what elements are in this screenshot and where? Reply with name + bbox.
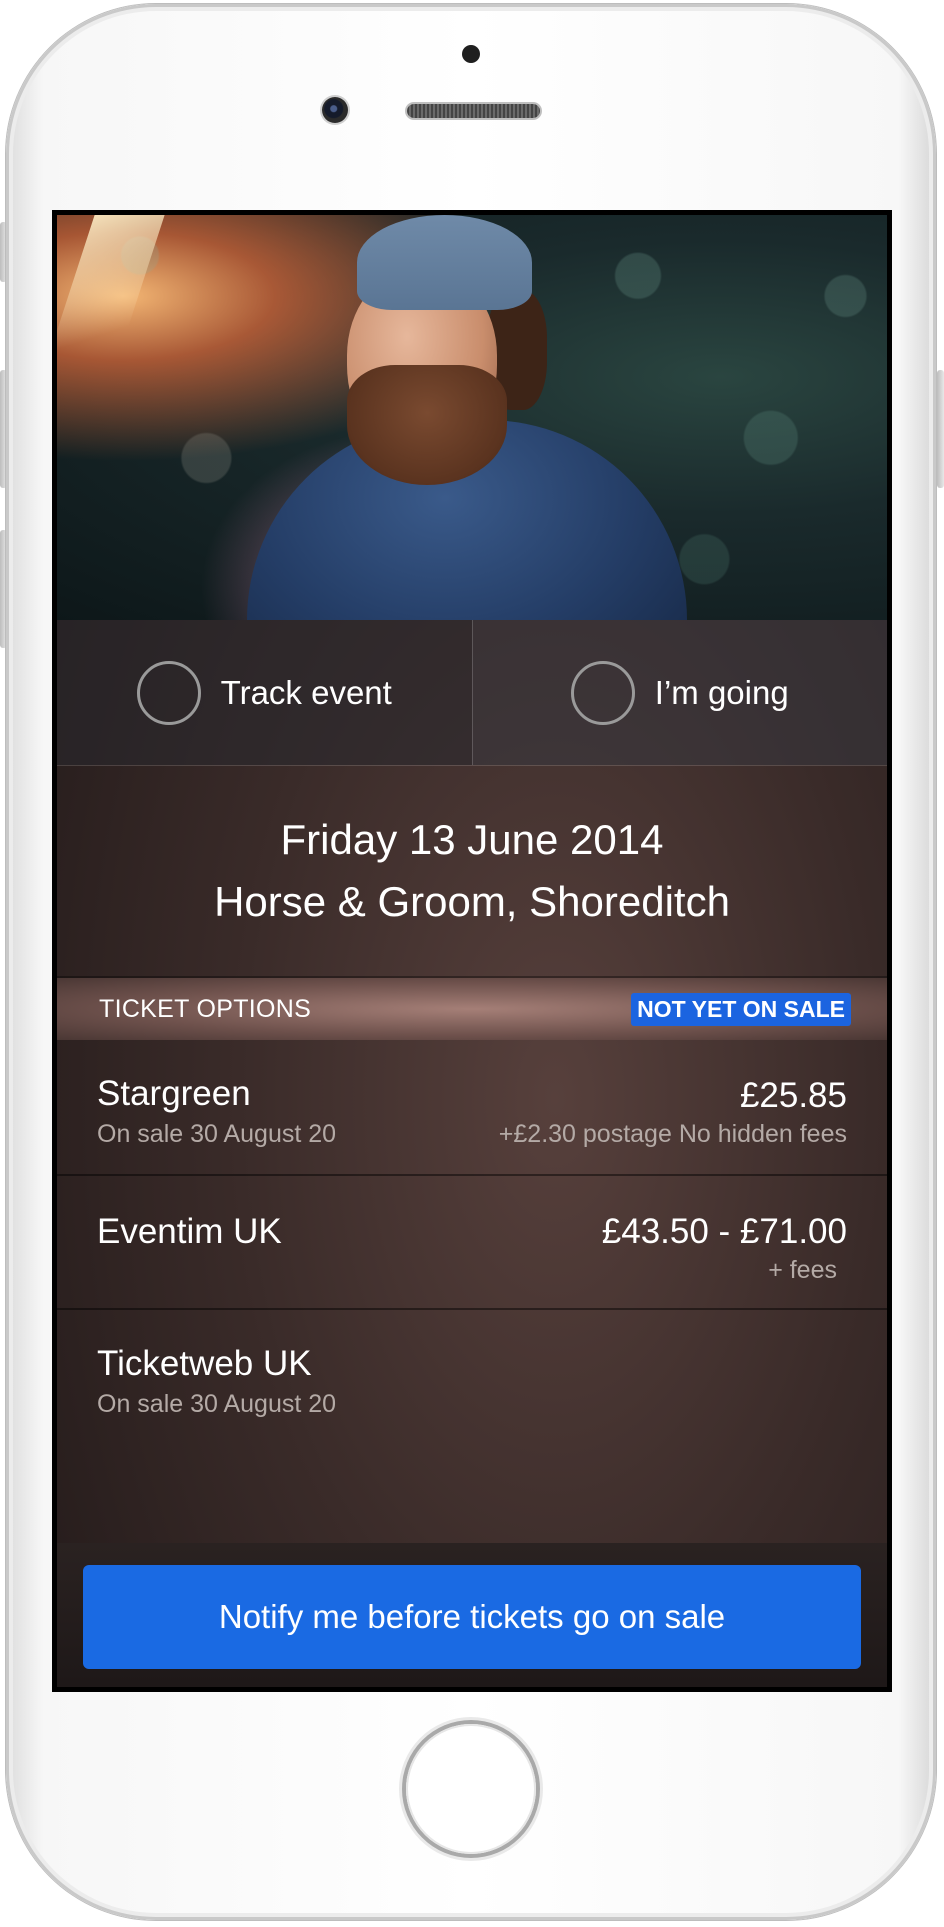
event-info: Friday 13 June 2014 Horse & Groom, Shore… — [57, 766, 887, 978]
artist-beard — [347, 365, 507, 485]
vendor-sale-info: On sale 30 August 20 — [97, 1120, 337, 1148]
im-going-label: I’m going — [654, 673, 789, 711]
home-button[interactable] — [406, 1724, 536, 1854]
notify-me-button[interactable]: Notify me before tickets go on sale — [83, 1565, 861, 1669]
cta-bar: Notify me before tickets go on sale — [57, 1543, 887, 1687]
event-venue[interactable]: Horse & Groom, Shoreditch — [214, 871, 730, 933]
vendor-fees: +£2.30 postage No hidden fees — [498, 1120, 847, 1148]
ticket-vendor-row[interactable]: Eventim UK £43.50 - £71.00 + fees — [57, 1176, 887, 1310]
status-badge: NOT YET ON SALE — [631, 992, 851, 1026]
artist-photo — [57, 215, 887, 620]
event-detail-view: Track event I’m going Friday 13 June 201… — [57, 215, 887, 1687]
vendor-name: Ticketweb UK — [97, 1344, 312, 1383]
ticket-vendor-row[interactable]: Stargreen On sale 30 August 20 £25.85 +£… — [57, 1040, 887, 1176]
vendor-name: Stargreen — [97, 1074, 251, 1113]
vendor-sale-info: On sale 30 August 20 — [97, 1390, 337, 1418]
im-going-button[interactable]: I’m going — [471, 620, 887, 765]
front-camera — [322, 97, 348, 123]
track-event-checkbox-icon — [136, 660, 201, 725]
track-event-button[interactable]: Track event — [57, 620, 472, 765]
device-frame: Track event I’m going Friday 13 June 201… — [0, 0, 944, 1927]
proximity-sensor — [462, 45, 480, 63]
vendor-fees: + fees — [768, 1256, 837, 1284]
vendor-price: £25.85 — [739, 1076, 847, 1115]
power-button — [937, 370, 944, 488]
im-going-checkbox-icon — [570, 660, 635, 725]
artist-beanie — [357, 215, 532, 310]
vendor-name: Eventim UK — [97, 1212, 282, 1251]
screen: Track event I’m going Friday 13 June 201… — [52, 210, 892, 1692]
track-event-label: Track event — [220, 673, 392, 711]
action-row: Track event I’m going — [57, 620, 887, 766]
event-date: Friday 13 June 2014 — [280, 816, 664, 863]
ticket-vendor-row[interactable]: Ticketweb UK On sale 30 August 20 — [57, 1310, 887, 1543]
ticket-options-title: TICKET OPTIONS — [99, 994, 312, 1023]
vendor-price: £43.50 - £71.00 — [601, 1212, 847, 1251]
earpiece-speaker — [407, 104, 540, 118]
ticket-options-header: TICKET OPTIONS NOT YET ON SALE — [57, 978, 887, 1040]
